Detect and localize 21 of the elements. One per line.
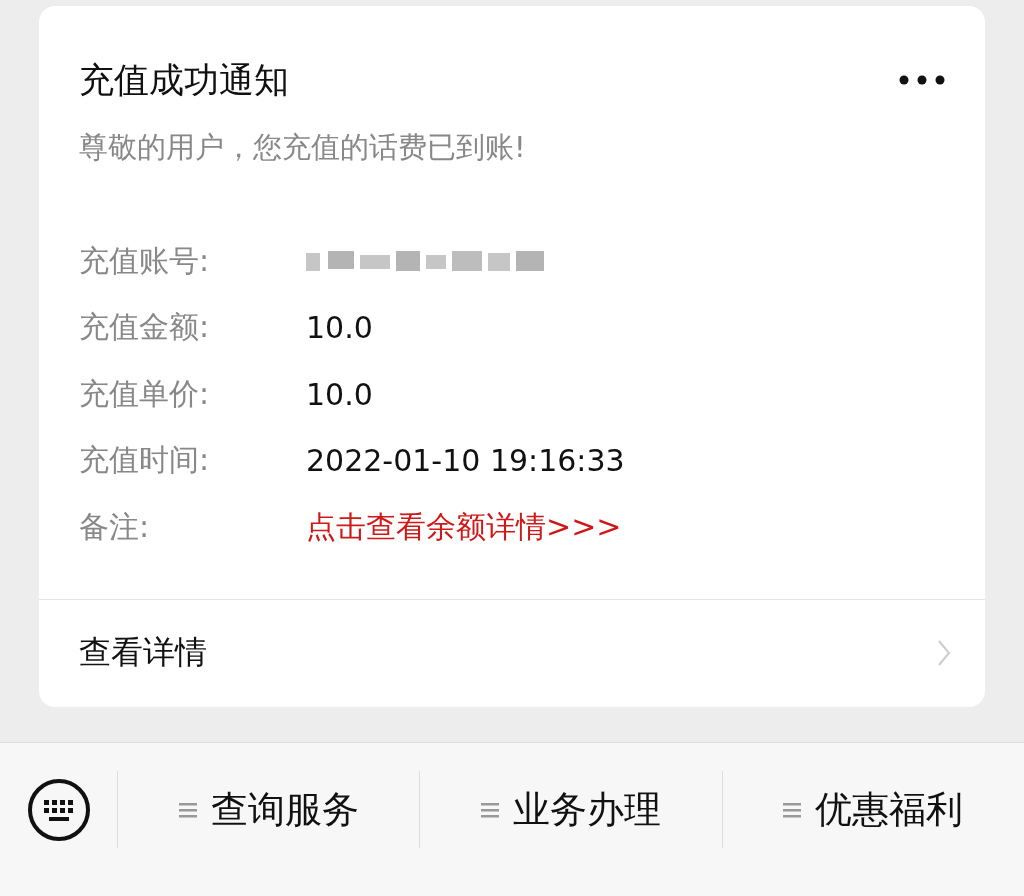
field-label: 充值时间: xyxy=(79,441,211,480)
menu-button[interactable]: 优惠福利 xyxy=(721,771,1024,848)
field-label: 充值金额: xyxy=(79,308,211,347)
more-icon[interactable] xyxy=(899,75,945,85)
menu-button[interactable]: 业务办理 xyxy=(419,771,722,848)
field-value: 2022-01-10 19:16:33 xyxy=(306,443,625,479)
field-value: 10.0 xyxy=(306,310,373,346)
balance-link[interactable]: 点击查看余额详情>>> xyxy=(306,506,622,548)
menu-icon xyxy=(178,801,197,818)
notice-subtitle: 尊敬的用户，您充值的话费已到账! xyxy=(79,129,527,166)
chevron-right-icon xyxy=(937,638,951,667)
view-details-link[interactable]: 查看详情 xyxy=(39,599,985,706)
field-label: 充值账号: xyxy=(79,241,211,280)
keyboard-icon[interactable] xyxy=(26,777,91,842)
field-label: 备注: xyxy=(79,507,151,546)
menu-button[interactable]: 查询服务 xyxy=(118,771,420,848)
field-label: 充值单价: xyxy=(79,374,211,413)
menu-icon xyxy=(481,801,499,818)
notice-title: 充值成功通知 xyxy=(79,58,289,102)
field-value: 10.0 xyxy=(306,376,373,412)
menu-icon xyxy=(783,801,802,818)
